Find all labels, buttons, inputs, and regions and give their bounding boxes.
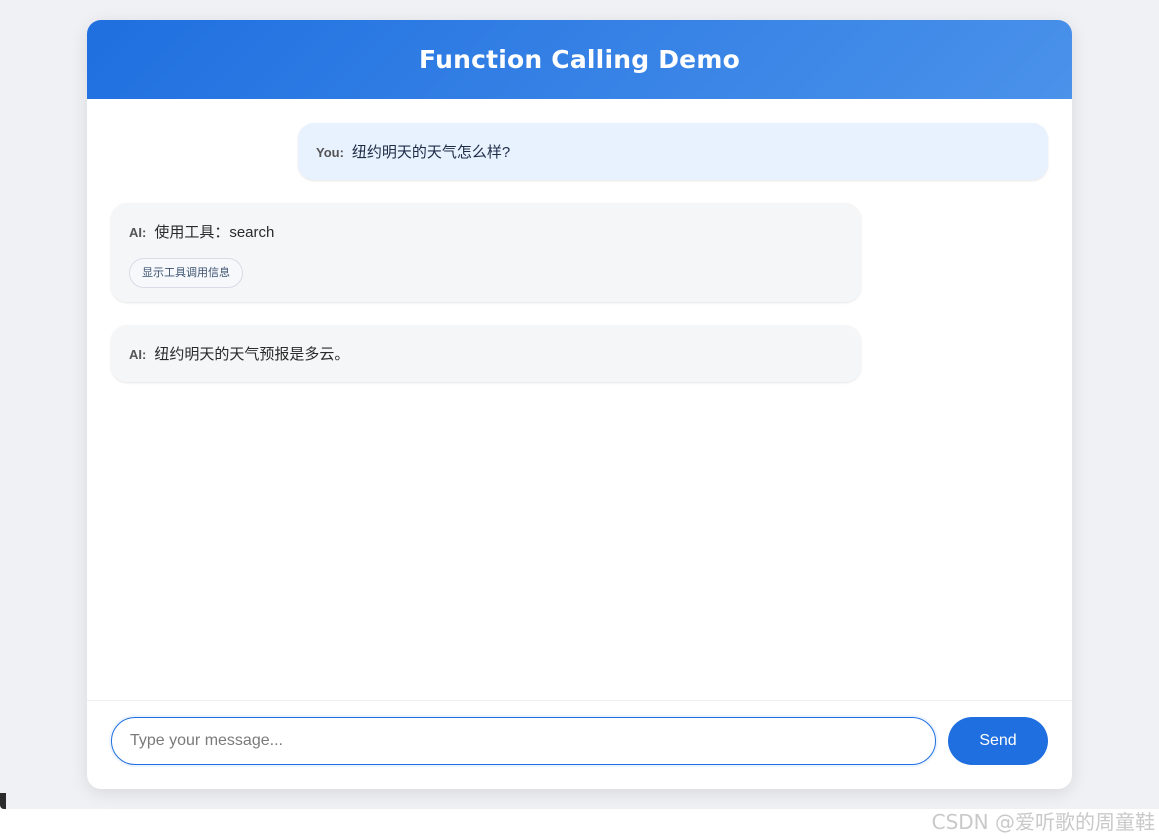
user-message: You: 纽约明天的天气怎么样? — [298, 123, 1048, 180]
app-title: Function Calling Demo — [419, 45, 740, 74]
message-text: 使用工具：search — [154, 224, 275, 241]
watermark: CSDN @爱听歌的周童鞋 — [931, 810, 1155, 834]
ai-message: AI: 使用工具：search 显示工具调用信息 — [111, 203, 861, 302]
message-text: 纽约明天的天气预报是多云。 — [154, 346, 350, 363]
send-button[interactable]: Send — [948, 717, 1048, 765]
message-text: 纽约明天的天气怎么样? — [351, 144, 511, 161]
chat-header: Function Calling Demo — [87, 20, 1072, 99]
message-sender: You: — [316, 145, 344, 160]
message-input[interactable] — [111, 717, 936, 765]
show-tool-call-button[interactable]: 显示工具调用信息 — [129, 258, 243, 288]
message-list: You: 纽约明天的天气怎么样? AI: 使用工具：search 显示工具调用信… — [87, 99, 1072, 700]
input-bar: Send — [87, 700, 1072, 789]
ai-message: AI: 纽约明天的天气预报是多云。 — [111, 325, 861, 382]
message-sender: AI: — [129, 225, 147, 240]
message-sender: AI: — [129, 347, 147, 362]
chat-container: Function Calling Demo You: 纽约明天的天气怎么样? A… — [87, 20, 1072, 789]
